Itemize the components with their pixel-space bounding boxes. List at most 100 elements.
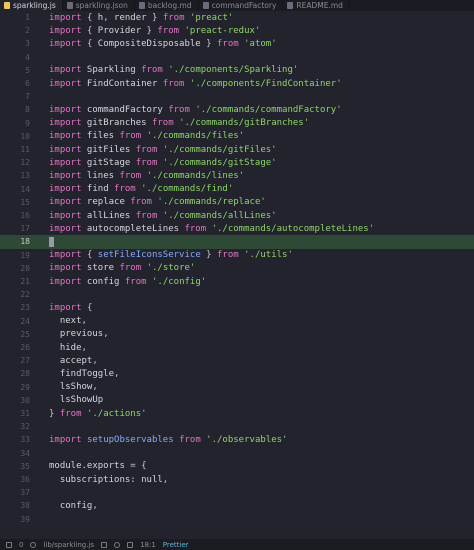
markdown-file-icon: [287, 2, 294, 9]
code-line[interactable]: 27 accept,: [0, 354, 474, 367]
code-text: import files from './commands/files': [49, 131, 245, 142]
line-number[interactable]: 37: [0, 488, 30, 497]
code-line[interactable]: 34: [0, 447, 474, 460]
code-line[interactable]: 19 import { setFileIconsService } from '.…: [0, 249, 474, 262]
current-line[interactable]: 18: [0, 235, 474, 249]
line-number[interactable]: 38: [0, 501, 30, 510]
code-line[interactable]: 11 import gitFiles from './commands/gitFi…: [0, 143, 474, 156]
line-number[interactable]: 31: [0, 409, 30, 418]
line-number[interactable]: 1: [0, 13, 30, 22]
line-number[interactable]: 10: [0, 132, 30, 141]
code-line[interactable]: 12 import gitStage from './commands/gitSt…: [0, 156, 474, 169]
file-icon[interactable]: [6, 541, 12, 548]
branch-icon[interactable]: [127, 541, 134, 548]
code-line[interactable]: 2 import { Provider } from 'preact-redux': [0, 24, 474, 37]
line-number[interactable]: 13: [0, 171, 30, 180]
line-number[interactable]: 5: [0, 66, 30, 75]
code-line[interactable]: 13 import lines from './commands/lines': [0, 169, 474, 182]
code-line[interactable]: 20 import store from './store': [0, 262, 474, 275]
code-text: import { h, render } from 'preact': [49, 12, 234, 23]
tab-readme-md[interactable]: README.md: [283, 0, 350, 11]
line-number[interactable]: 7: [0, 92, 30, 101]
line-number[interactable]: 12: [0, 158, 30, 167]
code-line[interactable]: 32: [0, 420, 474, 433]
code-line[interactable]: 6 import FindContainer from './components…: [0, 77, 474, 90]
code-line[interactable]: 24 next,: [0, 315, 474, 328]
code-line[interactable]: 15 import replace from './commands/replac…: [0, 196, 474, 209]
code-line[interactable]: 21 import config from './config': [0, 275, 474, 288]
diagnostics-count[interactable]: 0: [19, 541, 23, 549]
line-number[interactable]: 16: [0, 211, 30, 220]
cursor-position[interactable]: 18:1: [140, 541, 156, 549]
code-line[interactable]: 37: [0, 486, 474, 499]
code-line[interactable]: 26 hide,: [0, 341, 474, 354]
tab-commandfactory[interactable]: commandFactory: [199, 0, 284, 11]
code-editor[interactable]: 1 import { h, render } from 'preact' 2 impo…: [0, 11, 474, 539]
line-number[interactable]: 24: [0, 317, 30, 326]
line-number[interactable]: 2: [0, 26, 30, 35]
line-number[interactable]: 19: [0, 251, 30, 260]
tab-sparkling-json[interactable]: sparkling.json: [63, 0, 135, 11]
warning-icon[interactable]: [30, 541, 37, 548]
line-number[interactable]: 21: [0, 277, 30, 286]
code-text: import allLines from './commands/allLine…: [49, 210, 277, 221]
code-line[interactable]: 28 findToggle,: [0, 367, 474, 380]
line-number[interactable]: 17: [0, 224, 30, 233]
line-number[interactable]: 9: [0, 119, 30, 128]
line-number[interactable]: 14: [0, 185, 30, 194]
code-line[interactable]: 36 subscriptions: null,: [0, 473, 474, 486]
code-line[interactable]: 22: [0, 288, 474, 301]
line-number[interactable]: 6: [0, 79, 30, 88]
line-number[interactable]: 23: [0, 303, 30, 312]
line-number[interactable]: 22: [0, 290, 30, 299]
line-number[interactable]: 29: [0, 383, 30, 392]
tab-backlog-md[interactable]: backlog.md: [135, 0, 199, 11]
code-line[interactable]: 38 config,: [0, 499, 474, 512]
line-number[interactable]: 32: [0, 422, 30, 431]
line-number[interactable]: 15: [0, 198, 30, 207]
code-line[interactable]: 33 import setupObservables from './observ…: [0, 433, 474, 446]
code-text: import autocompleteLines from './command…: [49, 223, 375, 234]
line-number[interactable]: 18: [0, 237, 30, 246]
code-line[interactable]: 17 import autocompleteLines from './comma…: [0, 222, 474, 235]
line-number[interactable]: 20: [0, 264, 30, 273]
code-line[interactable]: 23 import {: [0, 301, 474, 314]
code-line[interactable]: 8 import commandFactory from './commands/…: [0, 103, 474, 116]
js-file-icon: [202, 2, 209, 9]
line-number[interactable]: 36: [0, 475, 30, 484]
code-line[interactable]: 25 previous,: [0, 328, 474, 341]
line-number[interactable]: 34: [0, 449, 30, 458]
line-number[interactable]: 11: [0, 145, 30, 154]
git-icon[interactable]: [101, 541, 108, 548]
code-text: next,: [49, 316, 87, 327]
code-line[interactable]: 39: [0, 513, 474, 526]
code-line[interactable]: 7: [0, 90, 474, 103]
line-number[interactable]: 8: [0, 105, 30, 114]
code-line[interactable]: 10 import files from './commands/files': [0, 130, 474, 143]
prettier-label[interactable]: Prettier: [163, 541, 189, 549]
line-number[interactable]: 30: [0, 396, 30, 405]
line-number[interactable]: 39: [0, 515, 30, 524]
code-line[interactable]: 30 lsShowUp: [0, 394, 474, 407]
code-line[interactable]: 14 import find from './commands/find': [0, 183, 474, 196]
line-number[interactable]: 28: [0, 369, 30, 378]
line-number[interactable]: 3: [0, 39, 30, 48]
code-line[interactable]: 5 import Sparkling from './components/Spa…: [0, 64, 474, 77]
sync-icon[interactable]: [114, 541, 121, 548]
code-line[interactable]: 16 import allLines from './commands/allLi…: [0, 209, 474, 222]
line-number[interactable]: 27: [0, 356, 30, 365]
code-line[interactable]: 4: [0, 51, 474, 64]
line-number[interactable]: 4: [0, 53, 30, 62]
code-line[interactable]: 31} from './actions': [0, 407, 474, 420]
code-line[interactable]: 29 lsShow,: [0, 381, 474, 394]
code-line[interactable]: 1 import { h, render } from 'preact': [0, 11, 474, 24]
code-line[interactable]: 9 import gitBranches from './commands/git…: [0, 117, 474, 130]
line-number[interactable]: 33: [0, 435, 30, 444]
line-number[interactable]: 35: [0, 462, 30, 471]
line-number[interactable]: 26: [0, 343, 30, 352]
code-line[interactable]: 35 module.exports = {: [0, 460, 474, 473]
file-path[interactable]: lib/sparkling.js: [43, 541, 94, 549]
code-line[interactable]: 3 import { CompositeDisposable } from 'at…: [0, 37, 474, 50]
tab-sparkling-js[interactable]: sparkling.js: [0, 0, 63, 11]
line-number[interactable]: 25: [0, 330, 30, 339]
